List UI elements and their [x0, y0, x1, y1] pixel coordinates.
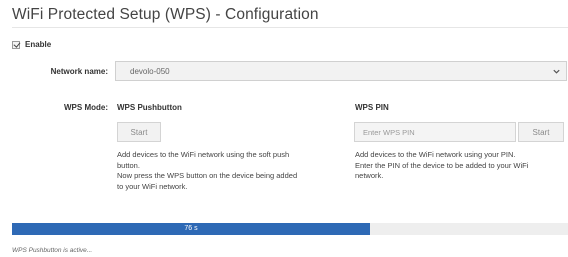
- chevron-down-icon: [553, 69, 560, 74]
- network-name-value: devolo-050: [130, 66, 170, 76]
- wps-mode-label: WPS Mode:: [64, 103, 108, 112]
- network-name-label: Network name:: [50, 67, 108, 76]
- pushbutton-description-line: Now press the WPS button on the device b…: [117, 171, 298, 180]
- status-text: WPS Pushbutton is active...: [12, 247, 93, 254]
- page-title: WiFi Protected Setup (WPS) - Configurati…: [12, 6, 319, 23]
- pushbutton-description-line: to your WiFi network.: [117, 181, 188, 191]
- wps-pushbutton-heading: WPS Pushbutton: [117, 103, 182, 112]
- enable-row[interactable]: Enable: [12, 40, 51, 49]
- pushbutton-description: Add devices to the WiFi network using th…: [117, 150, 347, 192]
- title-divider: [12, 27, 568, 28]
- pin-description: Add devices to the WiFi network using yo…: [355, 150, 567, 182]
- pushbutton-start-button[interactable]: Start: [117, 122, 161, 142]
- pushbutton-description-line: Add devices to the WiFi network using th…: [117, 150, 290, 159]
- pin-description-line: network.: [355, 171, 384, 180]
- enable-label: Enable: [25, 40, 52, 49]
- progress-label: 76 s: [184, 225, 198, 232]
- network-name-select[interactable]: devolo-050: [115, 61, 567, 81]
- pin-description-line: Add devices to the WiFi network using yo…: [355, 150, 516, 159]
- wps-progress-bar: 76 s: [12, 223, 568, 235]
- wps-pin-input[interactable]: Enter WPS PIN: [354, 122, 516, 142]
- pin-start-button[interactable]: Start: [518, 122, 564, 142]
- enable-checkbox[interactable]: [12, 40, 20, 49]
- wps-pin-heading: WPS PIN: [355, 103, 389, 112]
- pushbutton-description-line: button.: [117, 160, 140, 170]
- pin-description-line: Enter the PIN of the device to be added …: [355, 160, 529, 170]
- wps-configuration-page: WiFi Protected Setup (WPS) - Configurati…: [0, 0, 568, 257]
